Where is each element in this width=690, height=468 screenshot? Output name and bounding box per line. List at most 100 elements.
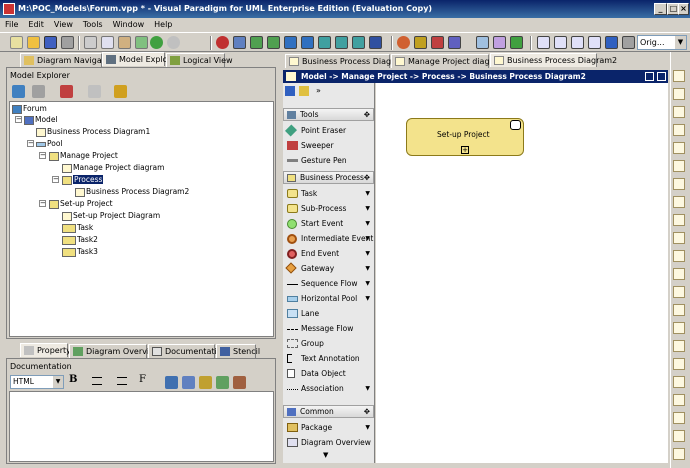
palette-sweeper[interactable]: Sweeper	[283, 138, 374, 153]
palette-package[interactable]: Package ▼	[283, 420, 374, 435]
restore-icon[interactable]	[645, 72, 654, 81]
tree-item-process[interactable]: Process	[62, 174, 104, 185]
align-icon[interactable]	[92, 377, 102, 385]
diagram-type-icon[interactable]	[673, 142, 685, 154]
palette-text-annotation[interactable]: Text Annotation	[283, 351, 374, 366]
diagram-type-icon[interactable]	[673, 412, 685, 424]
tab-model-explorer[interactable]: Model Explorer	[102, 52, 179, 66]
spell-check-icon[interactable]	[199, 376, 212, 389]
diagram-type-icon[interactable]	[673, 88, 685, 100]
diagram-type-icon[interactable]	[673, 124, 685, 136]
new-model-icon[interactable]	[12, 85, 25, 98]
tab-diagram-overview[interactable]: Diagram Overview	[69, 344, 161, 358]
expand-toggle[interactable]: −	[15, 116, 22, 123]
zoom-select[interactable]: Orig... ▼	[637, 35, 687, 50]
palette-intermediate-event[interactable]: Intermediate Event ▼	[283, 231, 374, 246]
copy-icon[interactable]	[101, 36, 114, 49]
diagram-type-icon[interactable]	[673, 214, 685, 226]
expand-toggle[interactable]: −	[39, 152, 46, 159]
cut-icon[interactable]	[84, 36, 97, 49]
export-icon[interactable]	[284, 36, 297, 49]
dropdown-icon[interactable]	[135, 36, 148, 49]
diagram-type-icon[interactable]	[673, 268, 685, 280]
menu-file[interactable]: File	[0, 18, 23, 32]
layout-icon[interactable]	[431, 36, 444, 49]
tree-item-forum[interactable]: Forum	[12, 103, 47, 114]
more-icon[interactable]: »	[316, 86, 326, 96]
diagram-type-icon[interactable]	[673, 286, 685, 298]
view-options-icon[interactable]	[32, 85, 45, 98]
chevron-down-icon[interactable]: ▼	[365, 291, 370, 306]
palette-group-tools[interactable]: Tools ✥	[283, 108, 374, 121]
palette-gateway[interactable]: Gateway ▼	[283, 261, 374, 276]
menu-edit[interactable]: Edit	[23, 18, 49, 32]
menu-view[interactable]: View	[49, 18, 78, 32]
refresh-icon[interactable]	[114, 85, 127, 98]
palette-task[interactable]: Task ▼	[283, 186, 374, 201]
chevron-down-icon[interactable]: ▼	[53, 376, 63, 388]
settings-icon[interactable]	[622, 36, 635, 49]
tab-manage-project-diagram[interactable]: Manage Project diagram	[391, 54, 506, 68]
diagram-type-icon[interactable]	[673, 448, 685, 460]
zoom-icon[interactable]	[476, 36, 489, 49]
tree-item-model[interactable]: Model	[24, 114, 58, 125]
minimize-button[interactable]: _	[654, 3, 667, 15]
diagram-icon[interactable]	[414, 36, 427, 49]
tab-documentation[interactable]: Documentation	[148, 344, 227, 358]
open-icon[interactable]	[27, 36, 40, 49]
chevron-down-icon[interactable]: ▼	[365, 420, 370, 435]
lock-icon[interactable]	[299, 86, 309, 96]
edit-icon[interactable]	[588, 36, 601, 49]
up-icon[interactable]	[88, 85, 101, 98]
insert-image-icon[interactable]	[216, 376, 229, 389]
font-button[interactable]: F	[139, 374, 151, 388]
chevron-down-icon[interactable]: ▼	[365, 216, 370, 231]
xml-icon[interactable]	[250, 36, 263, 49]
chevron-down-icon[interactable]: ▼	[365, 261, 370, 276]
bold-button[interactable]: B	[69, 374, 81, 388]
diagram-type-icon[interactable]	[673, 250, 685, 262]
tree-item-manage-project[interactable]: Manage Project	[49, 150, 118, 161]
diagram-type-icon[interactable]	[673, 178, 685, 190]
chevron-down-icon[interactable]: ▼	[675, 36, 686, 49]
palette-start-event[interactable]: Start Event ▼	[283, 216, 374, 231]
record-icon[interactable]	[216, 36, 229, 49]
format-icon[interactable]	[571, 36, 584, 49]
tree-item-bpd2[interactable]: Business Process Diagram2	[75, 186, 189, 197]
new-project-icon[interactable]	[10, 36, 23, 49]
palette-lane[interactable]: Lane	[283, 306, 374, 321]
chevron-down-icon[interactable]: ▼	[365, 186, 370, 201]
undo-icon[interactable]	[150, 36, 163, 49]
chevron-down-icon[interactable]: ▼	[365, 276, 370, 291]
close-button[interactable]: ×	[678, 3, 689, 15]
team-icon[interactable]	[397, 36, 410, 49]
tree-item-pool[interactable]: Pool	[36, 138, 63, 149]
tab-diagram-navigator[interactable]: Diagram Navigator	[20, 53, 113, 67]
image-icon[interactable]	[448, 36, 461, 49]
palette-end-event[interactable]: End Event ▼	[283, 246, 374, 261]
diagram-type-icon[interactable]	[673, 430, 685, 442]
palette-group-common[interactable]: Common ✥	[283, 405, 374, 418]
insert-file-icon[interactable]	[233, 376, 246, 389]
palette-sequence-flow[interactable]: Sequence Flow ▼	[283, 276, 374, 291]
paste-icon[interactable]	[118, 36, 131, 49]
diagram-type-icon[interactable]	[673, 106, 685, 118]
tree-item-task2[interactable]: Task2	[62, 234, 98, 245]
format-select[interactable]: HTML ▼	[10, 375, 64, 389]
expand-toggle[interactable]: −	[39, 200, 46, 207]
diagram-type-icon[interactable]	[673, 232, 685, 244]
diagram-type-icon[interactable]	[673, 196, 685, 208]
palette-horizontal-pool[interactable]: Horizontal Pool ▼	[283, 291, 374, 306]
insert-table-icon[interactable]	[165, 376, 178, 389]
generate-icon[interactable]	[369, 36, 382, 49]
pin-icon[interactable]: ✥	[364, 172, 370, 184]
expand-toggle[interactable]: −	[52, 176, 59, 183]
diagram-type-icon[interactable]	[673, 394, 685, 406]
diagram-type-icon[interactable]	[673, 322, 685, 334]
chevron-down-icon[interactable]: ▼	[365, 246, 370, 261]
link-icon[interactable]	[182, 376, 195, 389]
find-icon[interactable]	[233, 36, 246, 49]
tab-logical-view[interactable]: Logical View	[166, 53, 233, 67]
diagram-type-icon[interactable]	[673, 340, 685, 352]
check-icon[interactable]	[510, 36, 523, 49]
